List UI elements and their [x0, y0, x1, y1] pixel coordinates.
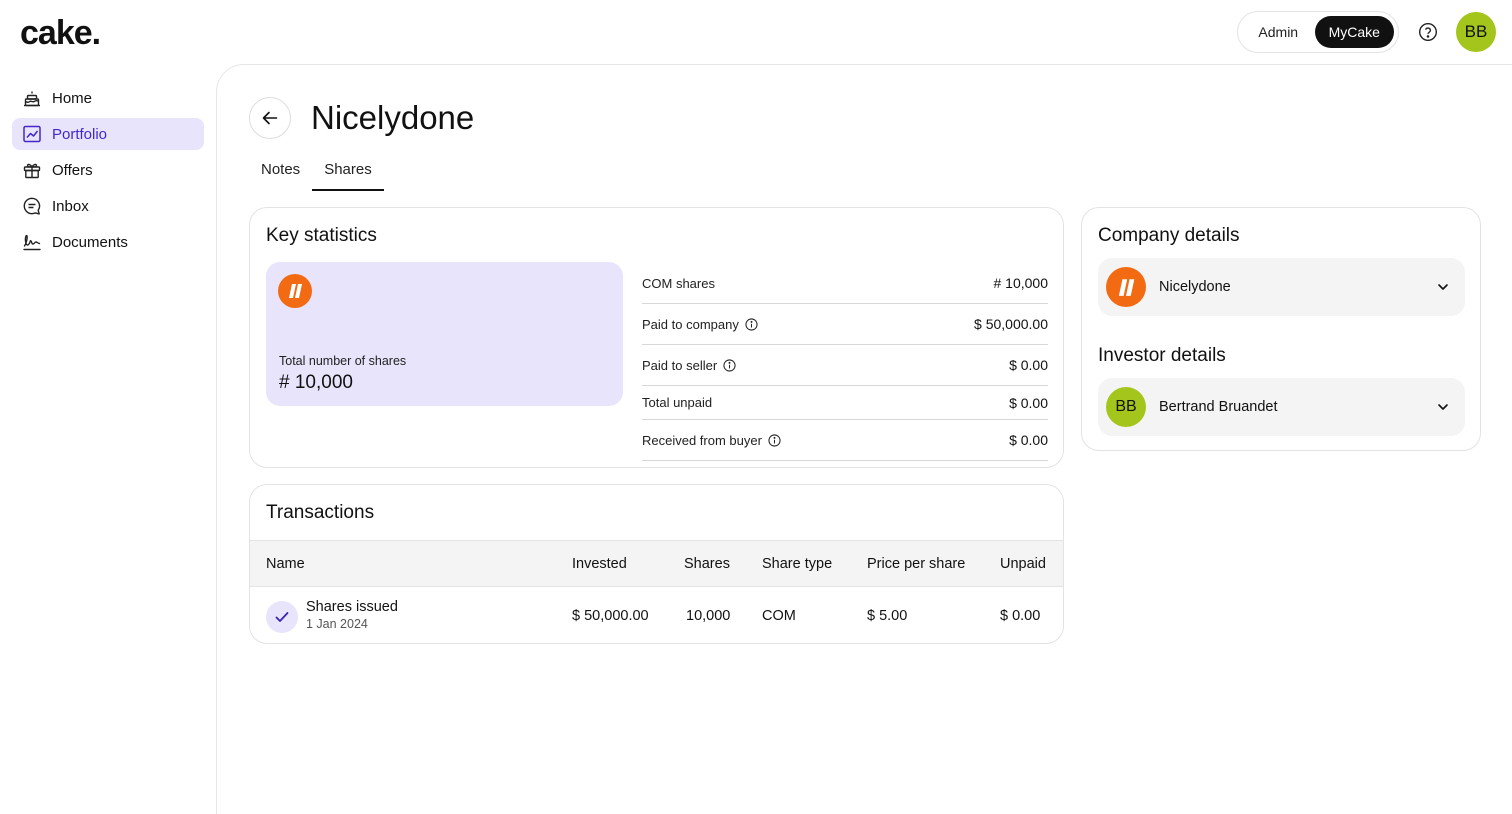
sidebar-item-label: Portfolio	[52, 125, 108, 143]
company-details-title: Company details	[1098, 225, 1240, 246]
total-shares-label: Total number of shares	[279, 354, 407, 368]
info-icon[interactable]	[768, 433, 781, 447]
transaction-share-type: COM	[762, 608, 796, 624]
chevron-down-icon	[1435, 279, 1451, 295]
message-icon	[22, 196, 42, 216]
stat-row-paid-to-seller: Paid to seller $ 0.00	[642, 345, 1048, 386]
gift-icon	[22, 160, 42, 180]
column-header-shares[interactable]: Shares	[684, 556, 730, 572]
stat-value: $ 0.00	[1009, 432, 1048, 448]
cake-logo[interactable]: cake.	[20, 14, 101, 53]
stat-value: $ 0.00	[1009, 357, 1048, 373]
total-shares-value: # 10,000	[279, 372, 353, 393]
arrow-left-icon	[262, 111, 278, 125]
details-card: Company details Nicelydone Investor deta…	[1081, 207, 1481, 451]
page-title: Nicelydone	[311, 99, 475, 136]
investor-details-dropdown[interactable]: BB Bertrand Bruandet	[1098, 378, 1465, 436]
tab-notes[interactable]: Notes	[249, 161, 312, 191]
tab-shares[interactable]: Shares	[312, 161, 384, 191]
back-button[interactable]	[249, 97, 291, 139]
key-statistics-card: Key statistics Total number of shares # …	[249, 207, 1064, 468]
transaction-unpaid: $ 0.00	[1000, 608, 1041, 624]
mode-admin-button[interactable]: Admin	[1242, 16, 1315, 48]
stat-value: $ 0.00	[1009, 394, 1048, 411]
sidebar-item-label: Documents	[52, 233, 128, 251]
company-logo-icon	[1106, 267, 1146, 307]
info-icon[interactable]	[723, 358, 736, 372]
transactions-title: Transactions	[266, 502, 375, 523]
investor-avatar: BB	[1106, 387, 1146, 427]
sidebar-item-portfolio[interactable]: Portfolio	[12, 118, 204, 150]
table-row[interactable]: Shares issued 1 Jan 2024 $ 50,000.00 10,…	[250, 587, 1063, 643]
sidebar-item-offers[interactable]: Offers	[12, 154, 204, 186]
mode-toggle: Admin MyCake	[1237, 11, 1399, 53]
signature-icon	[22, 232, 42, 252]
sidebar-item-label: Inbox	[52, 197, 89, 215]
company-logo-icon	[278, 274, 312, 308]
tab-bar: Notes Shares	[249, 161, 384, 191]
column-header-share-type[interactable]: Share type	[762, 556, 832, 572]
stat-value: # 10,000	[993, 275, 1049, 291]
investor-details-title: Investor details	[1098, 345, 1226, 366]
investor-name: Bertrand Bruandet	[1159, 399, 1278, 415]
stat-row-total-unpaid: Total unpaid $ 0.00	[642, 386, 1048, 420]
column-header-name[interactable]: Name	[266, 556, 305, 572]
stat-row-paid-to-company: Paid to company $ 50,000.00	[642, 304, 1048, 345]
stat-value: $ 50,000.00	[974, 316, 1048, 332]
stat-label: Paid to seller	[642, 357, 718, 373]
transaction-date: 1 Jan 2024	[306, 617, 368, 631]
info-icon[interactable]	[745, 317, 758, 331]
mode-mycake-button[interactable]: MyCake	[1314, 16, 1394, 48]
company-details-dropdown[interactable]: Nicelydone	[1098, 258, 1465, 316]
stat-row-com-shares: COM shares # 10,000	[642, 263, 1048, 304]
chart-icon	[22, 124, 42, 144]
column-header-unpaid[interactable]: Unpaid	[1000, 556, 1046, 572]
column-header-price-per-share[interactable]: Price per share	[867, 556, 965, 572]
sidebar-item-documents[interactable]: Documents	[12, 226, 204, 258]
stat-label: Paid to company	[642, 316, 739, 332]
transaction-price-per-share: $ 5.00	[867, 608, 908, 624]
transactions-card: Transactions Name Invested Shares Share …	[249, 484, 1064, 644]
table-header: Name Invested Shares Share type Price pe…	[250, 540, 1063, 587]
main-panel: Nicelydone Notes Shares Key statistics T…	[216, 64, 1512, 814]
stat-label: Received from buyer	[642, 432, 762, 448]
chevron-down-icon	[1435, 399, 1451, 415]
sidebar-nav: Home Portfolio Offers Inbox Documents	[12, 82, 204, 262]
stat-rows: COM shares # 10,000 Paid to company $ 50…	[642, 263, 1048, 461]
sidebar-item-label: Home	[52, 89, 93, 107]
transaction-invested: $ 50,000.00	[572, 608, 649, 624]
stat-label: COM shares	[642, 275, 715, 291]
stat-label: Total unpaid	[642, 395, 713, 410]
sidebar-item-home[interactable]: Home	[12, 82, 204, 114]
check-icon	[266, 601, 298, 633]
company-name: Nicelydone	[1159, 279, 1231, 295]
stat-row-received-from-buyer: Received from buyer $ 0.00	[642, 420, 1048, 461]
user-avatar[interactable]: BB	[1456, 12, 1496, 52]
cake-home-icon	[22, 88, 42, 108]
help-icon[interactable]	[1416, 20, 1440, 44]
column-header-invested[interactable]: Invested	[572, 556, 627, 572]
sidebar-item-inbox[interactable]: Inbox	[12, 190, 204, 222]
total-shares-box: Total number of shares # 10,000	[266, 262, 623, 406]
key-statistics-title: Key statistics	[266, 225, 377, 246]
transaction-name: Shares issued	[306, 599, 398, 615]
sidebar-item-label: Offers	[52, 161, 93, 179]
transaction-shares: 10,000	[686, 608, 731, 624]
